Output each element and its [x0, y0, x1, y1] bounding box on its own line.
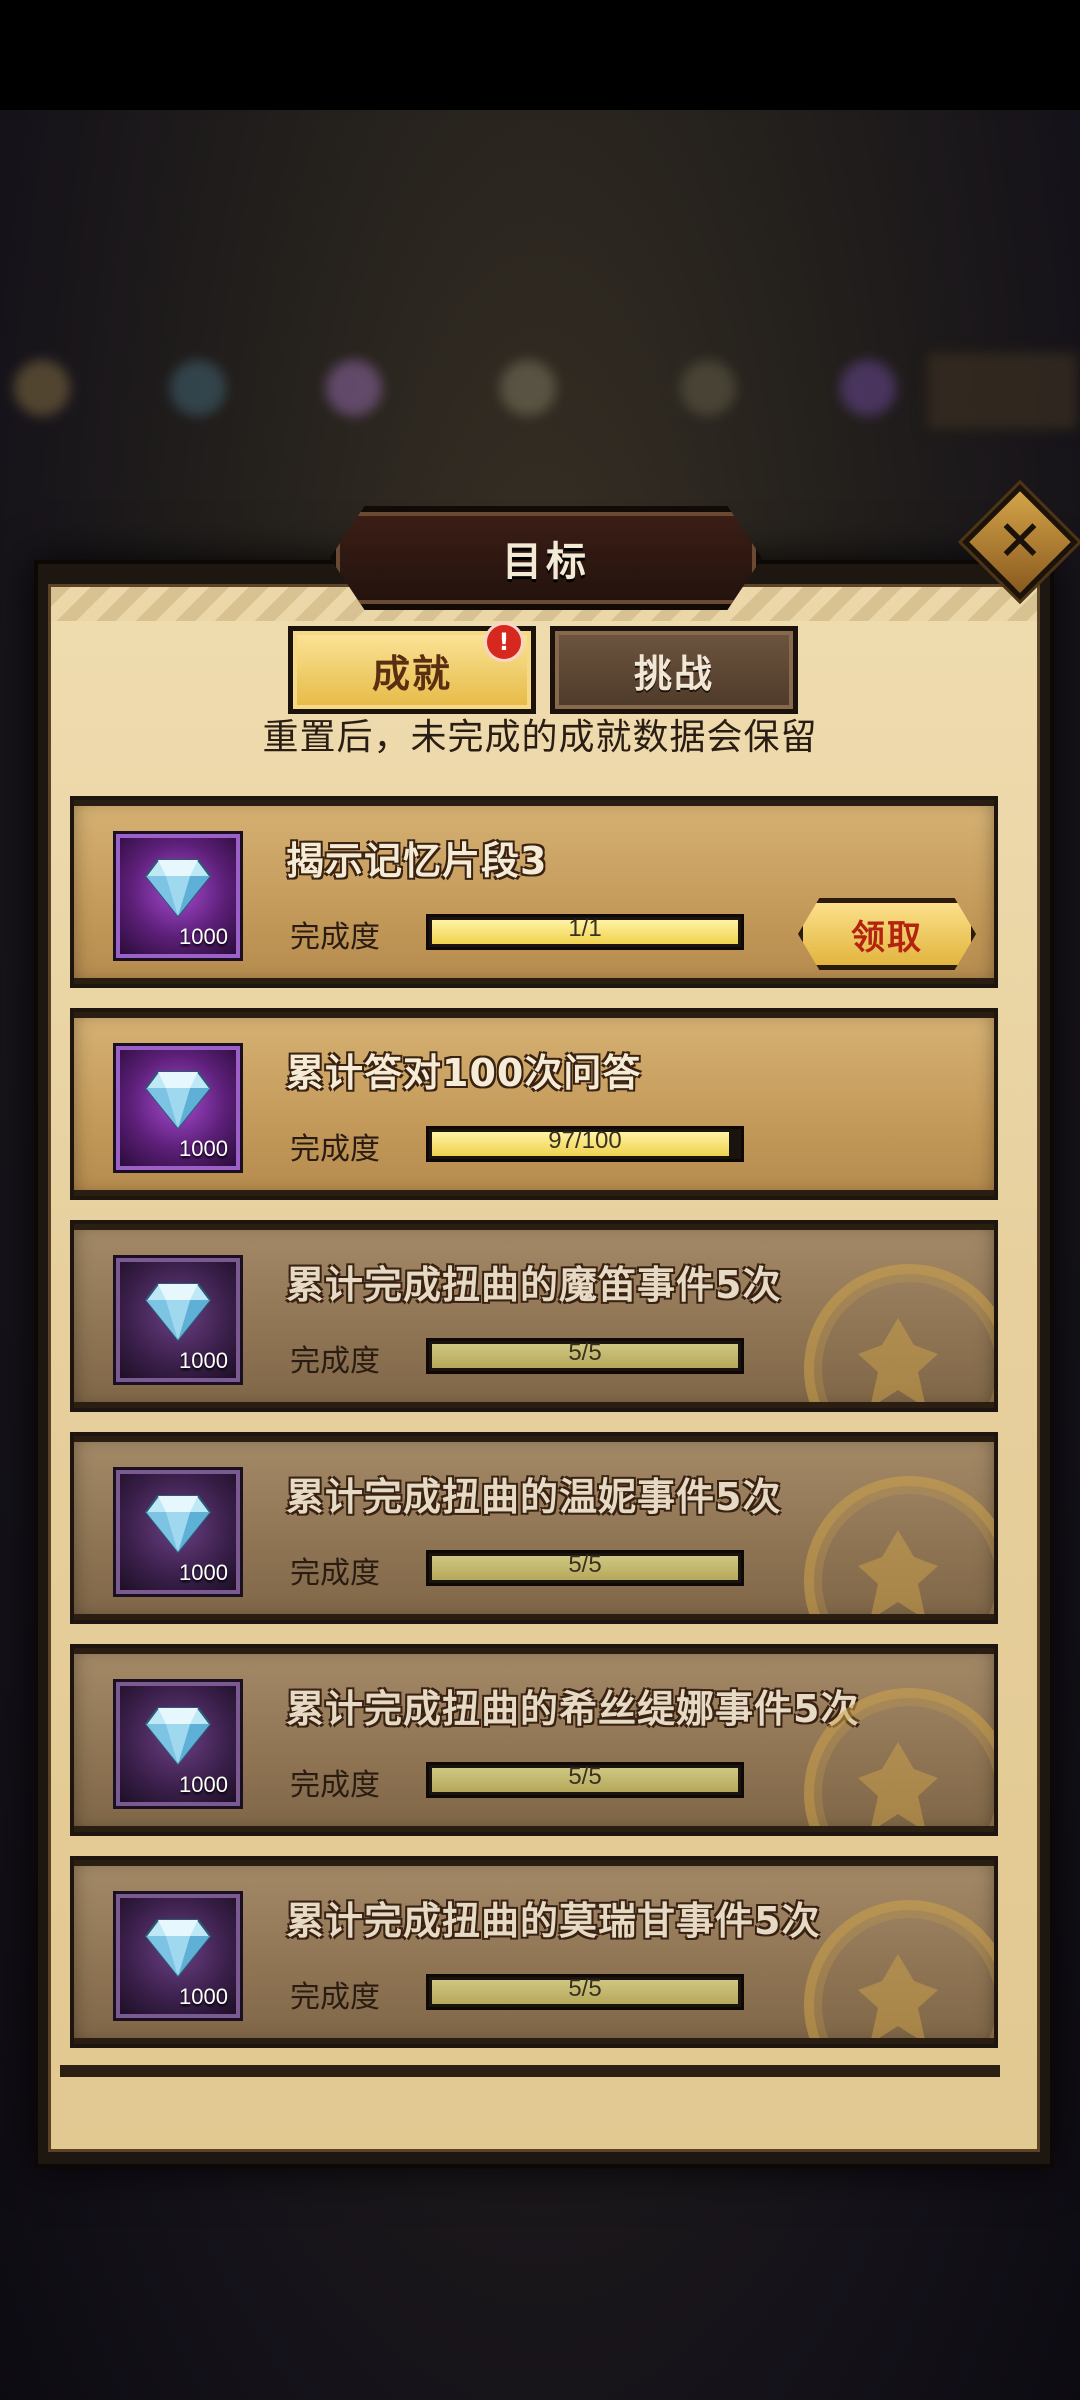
diamond-icon — [144, 1919, 212, 1978]
achievement-title: 累计完成扭曲的魔笛事件5次 — [286, 1263, 782, 1307]
stamp-emblem — [858, 1742, 938, 1832]
progress-value: 5/5 — [568, 1551, 602, 1578]
reward-slot[interactable]: 1000 — [116, 834, 240, 958]
progress-label: 完成度 — [290, 1980, 380, 2015]
progress-bar: 5/5 — [426, 1550, 744, 1586]
claim-button-label: 领取 — [851, 917, 923, 958]
progress-label: 完成度 — [290, 1768, 380, 1803]
achievement-item: 1000 揭示记忆片段3 完成度 1/1 领取 — [70, 796, 998, 988]
progress-bar: 1/1 — [426, 914, 744, 950]
item-border — [74, 2038, 994, 2044]
progress-bar: 5/5 — [426, 1762, 744, 1798]
reward-slot[interactable]: 1000 — [116, 1046, 240, 1170]
reward-slot[interactable]: 1000 — [116, 1894, 240, 2018]
notification-badge: ! — [484, 622, 524, 662]
blurred-icon — [840, 360, 896, 416]
progress-value: 5/5 — [568, 1763, 602, 1790]
diamond-icon — [144, 859, 212, 918]
reward-quantity: 1000 — [179, 924, 228, 949]
close-button[interactable]: ✕ — [962, 484, 1078, 600]
item-border — [74, 1860, 994, 1866]
stamp-emblem — [858, 1954, 938, 2044]
progress-bar: 5/5 — [426, 1974, 744, 2010]
item-border — [74, 1190, 994, 1196]
status-bar — [0, 0, 1080, 110]
reward-quantity: 1000 — [179, 1136, 228, 1161]
item-border — [74, 1614, 994, 1620]
completed-stamp-icon — [804, 1476, 994, 1620]
progress-label: 完成度 — [290, 920, 380, 955]
item-border — [74, 1648, 994, 1654]
reward-quantity: 1000 — [179, 1560, 228, 1585]
stamp-emblem — [858, 1318, 938, 1408]
reward-slot[interactable]: 1000 — [116, 1258, 240, 1382]
progress-value: 1/1 — [568, 915, 602, 942]
reward-quantity: 1000 — [179, 1772, 228, 1797]
blurred-button — [924, 350, 1080, 432]
item-border — [74, 1012, 994, 1018]
reset-note: 重置后，未完成的成就数据会保留 — [262, 717, 818, 758]
item-border — [74, 1436, 994, 1442]
blurred-icon — [500, 360, 556, 416]
item-border — [74, 978, 994, 984]
dialog-title-plate: 目标 — [330, 506, 762, 610]
close-icon: ✕ — [996, 509, 1044, 574]
achievement-title: 累计完成扭曲的莫瑞甘事件5次 — [286, 1899, 821, 1943]
diamond-icon — [144, 1495, 212, 1554]
progress-label: 完成度 — [290, 1132, 380, 1167]
diamond-icon — [144, 1707, 212, 1766]
reward-slot[interactable]: 1000 — [116, 1470, 240, 1594]
dialog-title: 目标 — [502, 539, 590, 585]
item-border — [74, 1826, 994, 1832]
list-bottom-border — [60, 2065, 1000, 2077]
progress-label: 完成度 — [290, 1344, 380, 1379]
progress-value: 97/100 — [548, 1127, 622, 1154]
progress-label: 完成度 — [290, 1556, 380, 1591]
blurred-top-menu — [0, 320, 1080, 460]
reward-slot[interactable]: 1000 — [116, 1682, 240, 1806]
achievement-item: 1000 累计完成扭曲的希丝缇娜事件5次完成度 5/5 — [70, 1644, 998, 1836]
tab-challenges[interactable]: 挑战 — [550, 626, 798, 714]
completed-stamp-icon — [804, 1264, 994, 1408]
blurred-icon — [326, 360, 382, 416]
completed-stamp-icon — [804, 1900, 994, 2044]
stamp-emblem — [858, 1530, 938, 1620]
achievement-item: 1000 累计完成扭曲的莫瑞甘事件5次完成度 5/5 — [70, 1856, 998, 2048]
achievement-title: 累计答对100次问答 — [286, 1051, 642, 1095]
blurred-icon — [14, 360, 70, 416]
progress-bar: 5/5 — [426, 1338, 744, 1374]
tab-achievements-label: 成就 — [371, 651, 452, 696]
progress-value: 5/5 — [568, 1339, 602, 1366]
achievement-title: 揭示记忆片段3 — [286, 839, 548, 883]
achievement-title: 累计完成扭曲的希丝缇娜事件5次 — [286, 1687, 860, 1731]
item-border — [74, 800, 994, 806]
achievement-item: 1000 累计答对100次问答完成度 97/100 — [70, 1008, 998, 1200]
progress-bar: 97/100 — [426, 1126, 744, 1162]
reward-quantity: 1000 — [179, 1348, 228, 1373]
item-border — [74, 1402, 994, 1408]
achievement-item: 1000 累计完成扭曲的温妮事件5次完成度 5/5 — [70, 1432, 998, 1624]
item-border — [74, 1224, 994, 1230]
achievement-title: 累计完成扭曲的温妮事件5次 — [286, 1475, 782, 1519]
diamond-icon — [144, 1283, 212, 1342]
reward-quantity: 1000 — [179, 1984, 228, 2009]
blurred-icon — [680, 360, 736, 416]
blurred-icon — [170, 360, 226, 416]
claim-button[interactable]: 领取 — [798, 898, 976, 970]
achievement-item: 1000 累计完成扭曲的魔笛事件5次完成度 5/5 — [70, 1220, 998, 1412]
tab-challenges-label: 挑战 — [633, 651, 714, 696]
diamond-icon — [144, 1071, 212, 1130]
progress-value: 5/5 — [568, 1975, 602, 2002]
